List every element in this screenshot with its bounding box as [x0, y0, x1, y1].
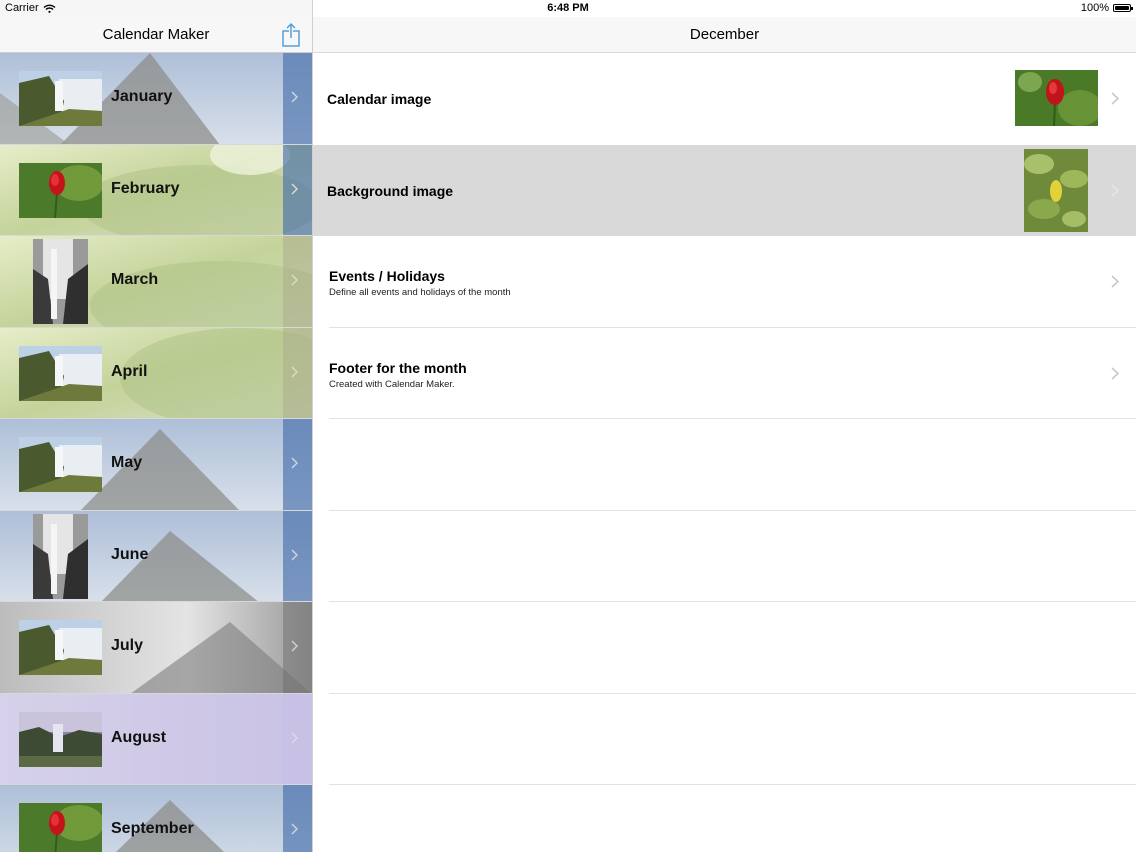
- row-title: Footer for the month: [329, 359, 467, 376]
- chevron-right-icon: [291, 457, 298, 469]
- month-row-february[interactable]: February: [0, 144, 312, 236]
- share-button[interactable]: [280, 22, 302, 48]
- month-row-september[interactable]: September: [0, 785, 312, 852]
- status-time: 6:48 PM: [547, 2, 589, 14]
- month-row-june[interactable]: June: [0, 510, 312, 602]
- month-row-july[interactable]: July: [0, 602, 312, 694]
- battery-icon: [1113, 4, 1133, 12]
- battery-percent: 100%: [1080, 2, 1109, 14]
- calendar-image-thumbnail: [1015, 70, 1098, 126]
- chevron-right-icon: [1111, 183, 1119, 197]
- empty-row: [313, 419, 1136, 511]
- thumbnail-bw-waterfall: [33, 239, 88, 324]
- month-row-april[interactable]: April: [0, 327, 312, 419]
- carrier-label: Carrier: [5, 2, 39, 14]
- row-accent-strip: [283, 785, 312, 852]
- status-right: 100%: [1080, 2, 1133, 14]
- empty-row: [313, 694, 1136, 786]
- calendar-image-row[interactable]: Calendar image: [313, 53, 1136, 145]
- chevron-right-icon: [1111, 92, 1119, 105]
- month-label: June: [111, 545, 149, 563]
- row-title: Calendar image: [327, 91, 432, 107]
- month-label: May: [111, 454, 143, 471]
- month-row-may[interactable]: May: [0, 419, 312, 511]
- month-row-august[interactable]: August: [0, 693, 312, 785]
- row-subtitle: Define all events and holidays of the mo…: [329, 287, 511, 298]
- thumbnail-waterfall: [19, 437, 102, 492]
- chevron-right-icon: [291, 548, 298, 561]
- month-row-march[interactable]: March: [0, 236, 312, 328]
- master-panel: Calendar Maker January February March Ap…: [0, 0, 312, 852]
- thumbnail-rose: [19, 162, 102, 218]
- master-title: Calendar Maker: [102, 26, 210, 43]
- share-icon: [282, 23, 300, 47]
- month-label: August: [111, 728, 167, 746]
- detail-panel: December Calendar image Background image: [313, 0, 1136, 852]
- row-subtitle: Created with Calendar Maker.: [329, 378, 455, 390]
- month-label: September: [111, 820, 194, 837]
- background-image-row[interactable]: Background image: [313, 144, 1136, 236]
- chevron-right-icon: [291, 182, 298, 195]
- row-title: Background image: [327, 182, 454, 199]
- chevron-right-icon: [291, 365, 298, 378]
- detail-title: December: [689, 26, 760, 43]
- row-title: Events / Holidays: [329, 268, 445, 284]
- settings-list: Calendar image Background image Events /…: [313, 53, 1136, 785]
- thumbnail-waterfall: [19, 345, 102, 401]
- chevron-right-icon: [291, 91, 298, 103]
- month-label: January: [111, 88, 173, 105]
- thumbnail-misty-falls: [19, 711, 102, 767]
- wifi-icon: [43, 4, 56, 13]
- chevron-right-icon: [291, 274, 298, 286]
- thumbnail-waterfall: [19, 620, 102, 675]
- empty-row: [313, 602, 1136, 694]
- battery-fill: [1115, 6, 1129, 10]
- status-bar: Carrier 6:48 PM 100%: [0, 0, 1136, 17]
- month-label: March: [111, 271, 159, 288]
- month-label: April: [111, 362, 148, 380]
- thumbnail-rose: [19, 803, 102, 852]
- month-label: February: [111, 179, 180, 197]
- split-divider: [312, 0, 313, 852]
- month-list: January February March April May June Ju…: [0, 53, 312, 852]
- events-holidays-row[interactable]: Events / Holidays Define all events and …: [313, 236, 1136, 328]
- master-navbar: Calendar Maker: [0, 17, 312, 53]
- background-image-thumbnail: [1024, 148, 1088, 232]
- detail-navbar: December: [313, 17, 1136, 53]
- footer-row[interactable]: Footer for the month Created with Calend…: [313, 328, 1136, 420]
- thumbnail-waterfall: [19, 71, 102, 126]
- chevron-right-icon: [1111, 366, 1119, 380]
- thumbnail-bw-waterfall: [33, 513, 88, 599]
- chevron-right-icon: [291, 731, 298, 744]
- empty-row: [313, 511, 1136, 603]
- chevron-right-icon: [291, 640, 298, 652]
- month-row-january[interactable]: January: [0, 53, 312, 145]
- chevron-right-icon: [291, 823, 298, 835]
- status-left: Carrier: [5, 2, 56, 14]
- chevron-right-icon: [1111, 275, 1119, 288]
- month-label: July: [111, 637, 144, 654]
